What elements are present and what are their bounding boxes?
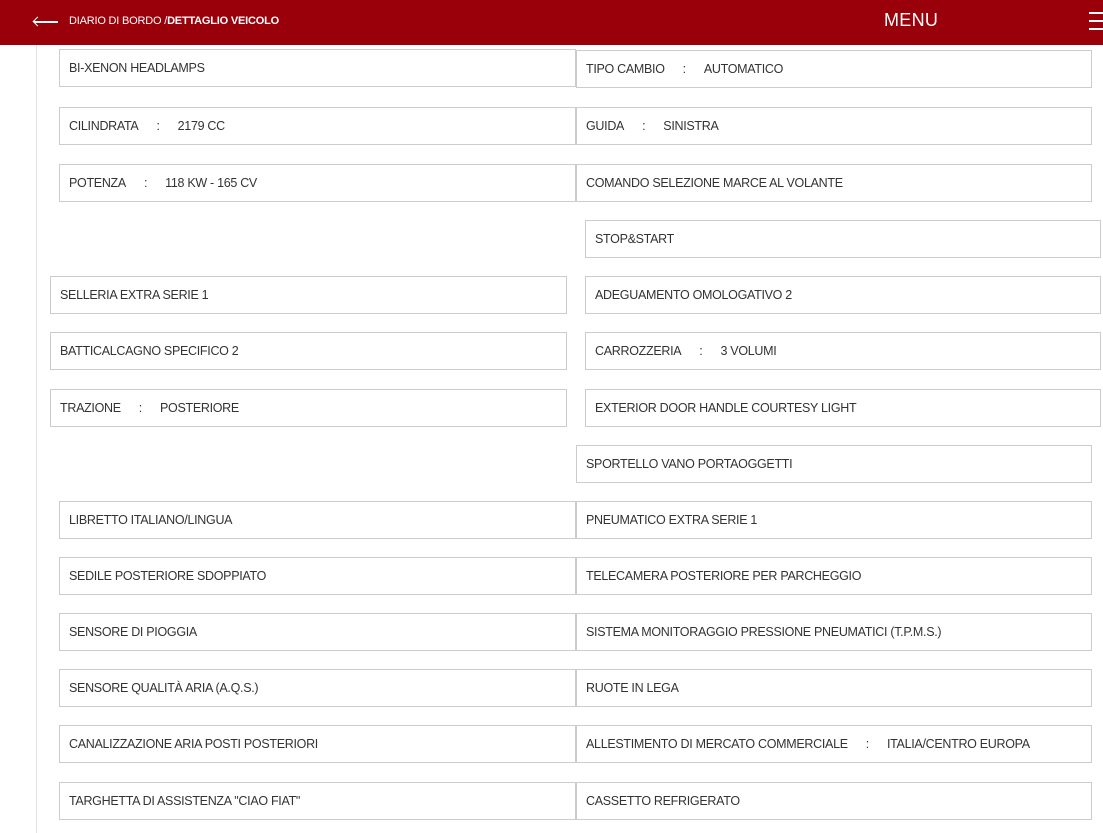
feature-item: CARROZZERIA: 3 VOLUMI xyxy=(585,332,1101,370)
feature-label: SPORTELLO VANO PORTAOGGETTI xyxy=(586,457,793,471)
feature-label: LIBRETTO ITALIANO/LINGUA xyxy=(69,513,233,527)
feature-item: TIPO CAMBIO: AUTOMATICO xyxy=(576,50,1092,88)
breadcrumb-parent-link[interactable]: DIARIO DI BORDO xyxy=(69,15,162,27)
feature-separator: : xyxy=(156,119,160,133)
feature-label: CANALIZZAZIONE ARIA POSTI POSTERIORI xyxy=(69,737,318,751)
feature-separator: : xyxy=(138,401,143,415)
feature-item: ALLESTIMENTO DI MERCATO COMMERCIALE: ITAL… xyxy=(576,725,1092,763)
feature-label: EXTERIOR DOOR HANDLE COURTESY LIGHT xyxy=(595,401,857,415)
feature-item: ADEGUAMENTO OMOLOGATIVO 2 xyxy=(585,276,1101,314)
feature-separator: : xyxy=(699,344,703,358)
feature-value: ITALIA/CENTRO EUROPA xyxy=(886,737,1030,751)
feature-item: STOP&START xyxy=(585,220,1101,258)
feature-value: 2179 CC xyxy=(177,119,226,133)
feature-label: BI-XENON HEADLAMPS xyxy=(69,61,205,75)
feature-item: BI-XENON HEADLAMPS xyxy=(59,49,576,87)
feature-item: SISTEMA MONITORAGGIO PRESSIONE PNEUMATIC… xyxy=(576,613,1092,651)
feature-item: TELECAMERA POSTERIORE PER PARCHEGGIO xyxy=(576,557,1092,595)
feature-label: POTENZA xyxy=(69,176,126,190)
feature-label: ADEGUAMENTO OMOLOGATIVO 2 xyxy=(595,288,792,302)
breadcrumb-current: DETTAGLIO VEICOLO xyxy=(167,15,279,27)
feature-label: SEDILE POSTERIORE SDOPPIATO xyxy=(69,569,267,583)
feature-item: EXTERIOR DOOR HANDLE COURTESY LIGHT xyxy=(585,389,1101,427)
feature-label: SENSORE QUALITÀ ARIA (A.Q.S.) xyxy=(69,681,259,695)
feature-item: TARGHETTA DI ASSISTENZA "CIAO FIAT" xyxy=(59,782,576,820)
feature-value: 3 VOLUMI xyxy=(720,344,777,358)
feature-value: 118 KW - 165 CV xyxy=(165,176,257,190)
feature-label: PNEUMATICO EXTRA SERIE 1 xyxy=(586,513,758,527)
menu-button[interactable]: MENU xyxy=(884,10,938,31)
feature-label: TRAZIONE xyxy=(60,401,121,415)
feature-item: POTENZA: 118 KW - 165 CV xyxy=(59,164,576,202)
feature-label: SENSORE DI PIOGGIA xyxy=(69,625,197,639)
content-left-divider xyxy=(36,45,37,833)
feature-label: ALLESTIMENTO DI MERCATO COMMERCIALE xyxy=(586,737,848,751)
feature-separator: : xyxy=(682,62,687,76)
feature-item: LIBRETTO ITALIANO/LINGUA xyxy=(59,501,576,539)
feature-value: SINISTRA xyxy=(663,119,719,133)
feature-label: STOP&START xyxy=(595,232,674,246)
top-bar: DIARIO DI BORDO /DETTAGLIO VEICOLO MENU xyxy=(0,0,1103,45)
feature-item: CANALIZZAZIONE ARIA POSTI POSTERIORI xyxy=(59,725,576,763)
feature-separator: : xyxy=(642,119,646,133)
feature-label: BATTICALCAGNO SPECIFICO 2 xyxy=(60,344,239,358)
feature-label: CARROZZERIA xyxy=(595,344,682,358)
feature-item: CILINDRATA: 2179 CC xyxy=(59,107,576,145)
feature-label: TIPO CAMBIO xyxy=(586,62,665,76)
feature-item: BATTICALCAGNO SPECIFICO 2 xyxy=(50,332,567,370)
feature-label: TELECAMERA POSTERIORE PER PARCHEGGIO xyxy=(586,569,862,583)
feature-item: SEDILE POSTERIORE SDOPPIATO xyxy=(59,557,576,595)
feature-label: GUIDA xyxy=(586,119,625,133)
feature-item: CASSETTO REFRIGERATO xyxy=(576,782,1092,820)
feature-item: PNEUMATICO EXTRA SERIE 1 xyxy=(576,501,1092,539)
feature-item: GUIDA: SINISTRA xyxy=(576,107,1092,145)
feature-item: SPORTELLO VANO PORTAOGGETTI xyxy=(576,445,1092,483)
feature-label: SELLERIA EXTRA SERIE 1 xyxy=(60,288,209,302)
breadcrumb: DIARIO DI BORDO /DETTAGLIO VEICOLO xyxy=(69,15,279,27)
feature-item: TRAZIONE: POSTERIORE xyxy=(50,389,567,427)
feature-label: CASSETTO REFRIGERATO xyxy=(586,794,740,808)
feature-value: POSTERIORE xyxy=(159,401,239,415)
feature-item: SENSORE DI PIOGGIA xyxy=(59,613,576,651)
feature-item: SENSORE QUALITÀ ARIA (A.Q.S.) xyxy=(59,669,576,707)
feature-label: CILINDRATA xyxy=(69,119,139,133)
feature-label: RUOTE IN LEGA xyxy=(586,681,679,695)
back-arrow-icon[interactable] xyxy=(34,21,58,23)
feature-separator: : xyxy=(143,176,148,190)
feature-item: RUOTE IN LEGA xyxy=(576,669,1092,707)
feature-item: SELLERIA EXTRA SERIE 1 xyxy=(50,276,567,314)
feature-item: COMANDO SELEZIONE MARCE AL VOLANTE xyxy=(576,164,1092,202)
hamburger-menu-icon[interactable] xyxy=(1089,12,1103,32)
feature-label: COMANDO SELEZIONE MARCE AL VOLANTE xyxy=(586,176,843,190)
feature-label: SISTEMA MONITORAGGIO PRESSIONE PNEUMATIC… xyxy=(586,625,942,639)
feature-separator: : xyxy=(865,737,870,751)
feature-value: AUTOMATICO xyxy=(703,62,784,76)
feature-label: TARGHETTA DI ASSISTENZA "CIAO FIAT" xyxy=(69,794,301,808)
